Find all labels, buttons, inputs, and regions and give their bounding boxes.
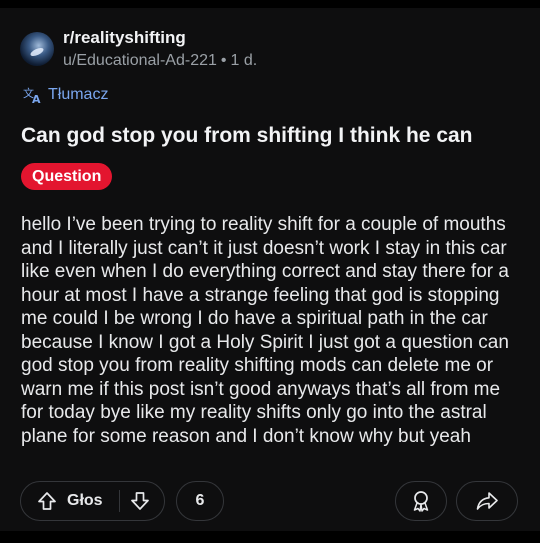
post-action-bar: Głos 6 xyxy=(20,481,520,523)
bottom-divider xyxy=(0,531,540,543)
author-line: u/Educational-Ad-221 • 1 d. xyxy=(63,50,257,72)
translate-label: Tłumacz xyxy=(48,86,109,103)
comment-count: 6 xyxy=(195,492,205,509)
post-age: 1 d. xyxy=(230,52,258,69)
translate-button[interactable]: 文 A Tłumacz xyxy=(22,86,108,104)
post-header: r/realityshifting u/Educational-Ad-221 • 1… xyxy=(20,28,257,72)
top-divider xyxy=(0,0,540,8)
share-icon xyxy=(476,491,498,511)
author-name[interactable]: u/Educational-Ad-221 xyxy=(63,52,217,69)
vote-control: Głos xyxy=(20,481,165,521)
award-button[interactable] xyxy=(395,481,447,521)
vote-divider xyxy=(118,490,120,512)
subreddit-name[interactable]: r/realityshifting xyxy=(63,28,257,48)
post-page: r/realityshifting u/Educational-Ad-221 • 1… xyxy=(0,0,540,543)
svg-text:A: A xyxy=(32,93,41,104)
vote-label: Głos xyxy=(67,492,103,509)
translate-icon: 文 A xyxy=(22,86,44,104)
comments-button[interactable]: 6 xyxy=(176,481,224,521)
award-icon xyxy=(411,490,431,512)
subreddit-avatar[interactable] xyxy=(20,32,54,66)
arrow-down-icon[interactable] xyxy=(130,491,150,511)
arrow-up-icon[interactable] xyxy=(37,491,57,511)
post-body: hello I’ve been trying to reality shift … xyxy=(21,214,509,447)
post-meta: r/realityshifting u/Educational-Ad-221 • 1… xyxy=(63,28,257,72)
post-title[interactable]: Can god stop you from shifting I think h… xyxy=(21,122,473,150)
post-flair[interactable]: Question xyxy=(21,163,113,190)
meta-separator: • xyxy=(220,52,227,69)
share-button[interactable] xyxy=(456,481,518,521)
